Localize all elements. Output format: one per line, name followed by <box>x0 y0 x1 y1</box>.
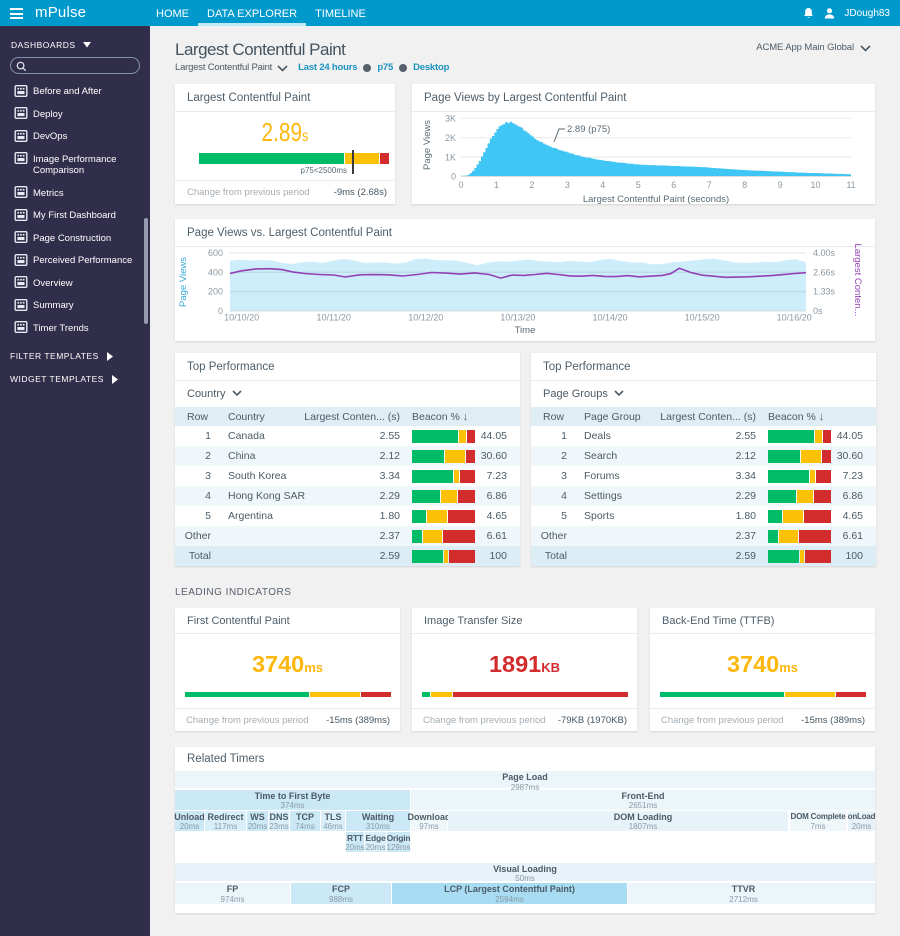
svg-text:200: 200 <box>208 287 223 297</box>
svg-text:2.66s: 2.66s <box>813 267 836 277</box>
svg-text:Largest Contentful Paint (seco: Largest Contentful Paint (seconds) <box>583 194 729 205</box>
svg-text:10/13/20: 10/13/20 <box>500 313 535 323</box>
svg-text:8: 8 <box>742 180 747 190</box>
svg-text:600: 600 <box>208 248 223 258</box>
svg-text:4: 4 <box>600 180 605 190</box>
svg-text:10/12/20: 10/12/20 <box>408 313 443 323</box>
svg-text:10/14/20: 10/14/20 <box>592 313 627 323</box>
svg-text:1: 1 <box>494 180 499 190</box>
svg-text:3K: 3K <box>445 114 456 124</box>
svg-text:6: 6 <box>671 180 676 190</box>
svg-text:2.89 (p75): 2.89 (p75) <box>567 124 610 135</box>
svg-text:0: 0 <box>451 172 456 182</box>
svg-text:7: 7 <box>707 180 712 190</box>
svg-text:4.00s: 4.00s <box>813 248 836 258</box>
svg-text:1.33s: 1.33s <box>813 287 836 297</box>
svg-text:1K: 1K <box>445 152 456 162</box>
svg-text:Page Views: Page Views <box>422 120 433 170</box>
svg-text:2K: 2K <box>445 133 456 143</box>
svg-text:3: 3 <box>565 180 570 190</box>
svg-text:0: 0 <box>218 306 223 316</box>
svg-text:10/15/20: 10/15/20 <box>685 313 720 323</box>
svg-text:400: 400 <box>208 267 223 277</box>
svg-text:10/10/20: 10/10/20 <box>224 313 259 323</box>
svg-text:10/16/20: 10/16/20 <box>777 313 812 323</box>
svg-text:5: 5 <box>636 180 641 190</box>
svg-text:9: 9 <box>778 180 783 190</box>
svg-text:2: 2 <box>529 180 534 190</box>
svg-text:11: 11 <box>846 180 855 190</box>
svg-text:0s: 0s <box>813 306 823 316</box>
svg-text:0: 0 <box>458 180 463 190</box>
svg-text:10: 10 <box>810 180 820 190</box>
svg-text:Time: Time <box>515 325 536 336</box>
svg-text:Largest Conten...: Largest Conten... <box>852 244 863 317</box>
svg-text:10/11/20: 10/11/20 <box>317 313 351 323</box>
svg-text:Page Views: Page Views <box>178 257 189 307</box>
